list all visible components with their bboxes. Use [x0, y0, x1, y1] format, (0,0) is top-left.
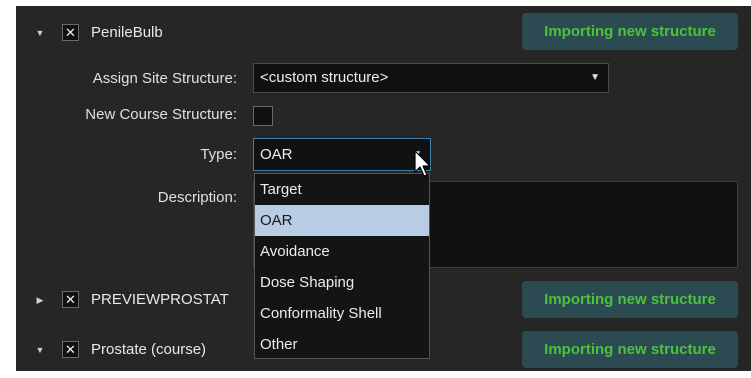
assign-site-value: <custom structure>	[260, 69, 389, 86]
type-value: OAR	[260, 146, 293, 163]
triangle-down-icon[interactable]: ▼	[34, 27, 46, 39]
structure-name: PenileBulb	[91, 24, 163, 41]
status-badge: Importing new structure	[522, 281, 738, 318]
mouse-pointer-icon	[414, 150, 431, 177]
include-checkbox[interactable]: ✕	[62, 291, 79, 308]
type-option-dose-shaping[interactable]: Dose Shaping	[255, 267, 429, 298]
type-dropdown[interactable]: OAR ▼	[253, 138, 431, 171]
type-option-avoidance[interactable]: Avoidance	[255, 236, 429, 267]
new-course-label: New Course Structure:	[85, 106, 237, 123]
checkbox-x-icon: ✕	[65, 25, 76, 40]
type-option-other[interactable]: Other	[255, 329, 429, 360]
checkbox-x-icon: ✕	[65, 292, 76, 307]
status-badge: Importing new structure	[522, 331, 738, 368]
triangle-right-icon[interactable]: ▶	[34, 294, 46, 306]
chevron-down-icon: ▼	[590, 72, 600, 83]
description-label: Description:	[157, 189, 237, 206]
checkbox-x-icon: ✕	[65, 342, 76, 357]
triangle-down-icon[interactable]: ▼	[34, 344, 46, 356]
new-course-checkbox[interactable]	[253, 106, 273, 126]
structure-name: Prostate (course)	[91, 341, 207, 358]
type-options-list: Target OAR Avoidance Dose Shaping Confor…	[254, 173, 430, 359]
assign-site-dropdown[interactable]: <custom structure> ▼	[253, 63, 609, 93]
type-label: Type:	[200, 146, 237, 163]
include-checkbox[interactable]: ✕	[62, 341, 79, 358]
include-checkbox[interactable]: ✕	[62, 24, 79, 41]
status-badge: Importing new structure	[522, 13, 738, 50]
type-option-oar[interactable]: OAR	[255, 205, 429, 236]
type-option-target[interactable]: Target	[255, 174, 429, 205]
assign-site-label: Assign Site Structure:	[92, 70, 237, 87]
structure-name: PREVIEWPROSTAT	[91, 291, 229, 308]
type-option-conformality-shell[interactable]: Conformality Shell	[255, 298, 429, 329]
